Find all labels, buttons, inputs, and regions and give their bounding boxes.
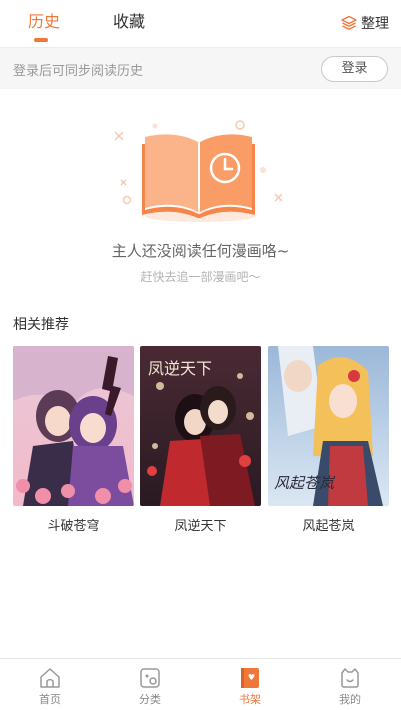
nav-bookshelf-label: 书架	[239, 693, 261, 706]
login-banner: 登录后可同步阅读历史 登录	[0, 47, 401, 89]
login-button[interactable]: 登录	[321, 56, 388, 82]
smiley-icon	[341, 668, 359, 688]
empty-state-subtitle: 赶快去追一部漫画吧〜	[140, 270, 261, 284]
bookshelf-icon	[241, 668, 259, 688]
nav-mine-label: 我的	[339, 693, 361, 706]
comic-card-fengni[interactable]: 凤逆天下 凤逆天下	[140, 346, 261, 534]
active-tab-indicator	[34, 38, 48, 42]
bottom-nav: 首页 分类 书架 我的	[0, 658, 401, 710]
empty-book-clock-icon	[114, 120, 283, 222]
recommend-list: 斗破苍穹 凤逆天下 凤逆天下 风起苍岚 风起苍岚	[13, 346, 389, 536]
home-icon	[40, 668, 60, 688]
nav-home-label: 首页	[39, 693, 61, 706]
layers-icon	[341, 15, 357, 30]
comic-title: 斗破苍穹	[47, 519, 100, 534]
comic-cover: 风起苍岚	[268, 346, 389, 506]
nav-category-label: 分类	[139, 693, 161, 706]
recommend-heading: 相关推荐	[13, 317, 69, 333]
nav-home[interactable]: 首页	[20, 667, 80, 707]
comic-cover: 凤逆天下	[140, 346, 261, 506]
category-icon	[140, 668, 160, 688]
comic-card-fengqi[interactable]: 风起苍岚 风起苍岚	[268, 346, 389, 534]
comic-title: 风起苍岚	[302, 519, 355, 534]
organize-button[interactable]: 整理	[341, 13, 389, 33]
tab-history[interactable]: 历史	[28, 12, 60, 32]
nav-bookshelf[interactable]: 书架	[220, 667, 280, 707]
svg-text:风起苍岚: 风起苍岚	[274, 474, 336, 492]
tab-favorites[interactable]: 收藏	[113, 12, 145, 32]
nav-category[interactable]: 分类	[120, 667, 180, 707]
login-hint: 登录后可同步阅读历史	[13, 64, 144, 79]
top-tab-bar: 历史 收藏 整理	[0, 0, 401, 47]
svg-text:凤逆天下: 凤逆天下	[148, 359, 212, 378]
comic-card-doupo[interactable]: 斗破苍穹	[13, 346, 134, 534]
comic-title: 凤逆天下	[174, 519, 227, 534]
organize-label: 整理	[361, 16, 389, 32]
empty-state-title: 主人还没阅读任何漫画咯~	[111, 242, 290, 260]
comic-cover	[13, 346, 134, 506]
nav-mine[interactable]: 我的	[320, 667, 380, 707]
